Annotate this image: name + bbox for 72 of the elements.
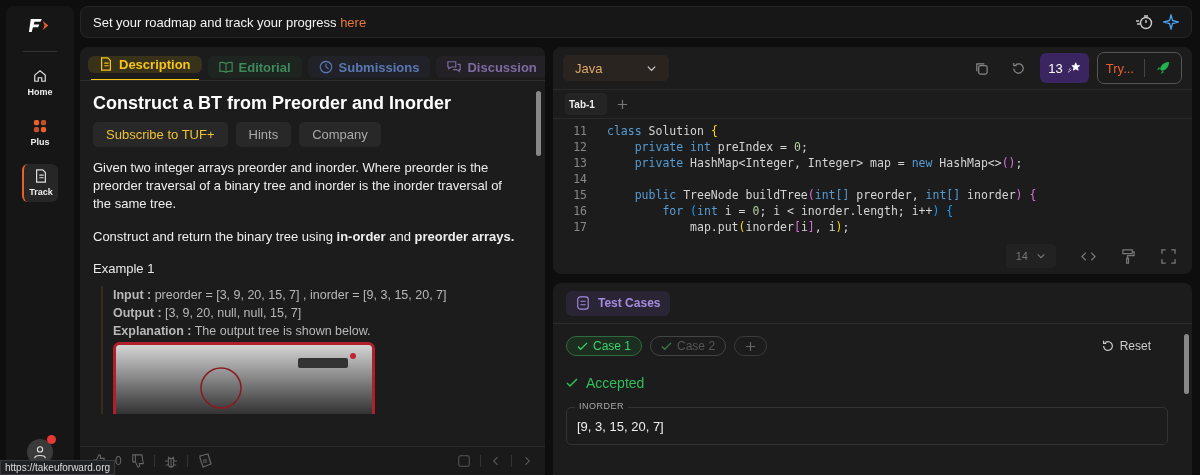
chevron-down-icon [1036,251,1046,261]
paint-roller-icon[interactable] [1121,248,1136,264]
shooting-star-icon [1066,61,1081,75]
example-line: Explanation : The output tree is shown below. [113,323,372,340]
tab[interactable]: Editorial [207,56,302,78]
problem-title: Construct a BT from Preorder and Inorder [93,93,453,114]
code-line: map.put(inorder[i], i); [689,220,850,234]
code-line: private HashMap<Integer, Integer> map = new HashMap<>(); [633,156,1023,170]
tab[interactable]: Description [88,56,202,73]
code-line: public TreeNode buildTree(int[] preorder, int[] inorder) { [633,188,1037,202]
code-line: class Solution { [607,124,718,138]
swap-icon[interactable] [196,453,213,469]
language-dropdown[interactable]: Java [563,55,669,81]
rocket-icon[interactable] [1155,60,1171,76]
scrollbar-thumb[interactable] [536,91,541,156]
like-count: 0 [115,454,122,468]
test-icon [576,296,590,310]
bug-icon[interactable] [163,454,178,468]
sidebar-item[interactable]: Plus [22,114,58,152]
credits-button[interactable]: 13 [1040,53,1089,83]
notification-dot [47,435,56,444]
paragraph: Given two integer arrays preorder and inorder. Where preorder is the preorder traversal of a binary tree and inorder is the inorder traversal of the same tree. [93,159,503,213]
chat-icon [447,60,462,74]
fullscreen-icon[interactable] [1161,248,1176,264]
timer-icon[interactable] [1135,14,1153,30]
url-tooltip: https://takeuforward.org [0,460,116,475]
check-icon [577,340,588,352]
editor-tab[interactable]: Tab-1 [565,93,607,115]
scrollbar-thumb[interactable] [1184,334,1189,394]
reset-icon[interactable] [1011,60,1027,76]
plus-icon [745,340,757,352]
copy-icon[interactable] [974,60,990,76]
sparkle-icon[interactable] [1163,14,1179,30]
line-number: 15 [572,188,587,202]
line-number: 11 [572,124,587,138]
reset-icon [1100,339,1115,353]
grid-icon [33,119,47,133]
example-line: Output : [3, 9, 20, null, null, 15, 7] [113,305,303,322]
clock-icon [318,60,333,74]
code-line: private int preIndex = 0; [633,140,808,154]
square-icon[interactable] [457,454,471,468]
sidebar-item[interactable]: Track [22,164,58,202]
subscribe-button[interactable]: Subscribe to TUF+ [93,122,228,147]
font-size-dropdown[interactable]: 14 [1005,244,1056,268]
line-number: 16 [572,204,587,218]
dislike-icon[interactable] [130,454,145,468]
here-link[interactable]: here [340,14,367,30]
status-text: Accepted [586,375,645,391]
document-icon [99,57,113,72]
line-number: 12 [572,140,587,154]
case-tab[interactable]: Case 1 [566,336,643,356]
example-title: Example 1 [93,261,156,276]
sidebar-item[interactable]: Home [22,64,58,102]
paragraph: Construct and return the binary tree using in-order and preorder arrays. [93,228,516,246]
tag-button[interactable]: Company [299,122,381,147]
line-number: 14 [572,172,587,186]
tab[interactable]: Submissions [307,56,431,78]
line-number: 13 [572,156,587,170]
book-icon [218,60,233,74]
add-tab-icon[interactable] [616,98,628,110]
line-number: 17 [572,220,587,234]
banner-text: Set your roadmap and track your progress here [93,14,367,30]
check-icon [566,377,578,389]
example-line: Input : preorder = [3, 9, 20, 15, 7] , inorder = [9, 3, 15, 20, 7] [113,287,448,304]
test-cases-tab[interactable]: Test Cases [566,290,671,316]
check-icon [661,340,673,352]
reset-button[interactable]: Reset [1094,338,1157,354]
home-icon [33,69,47,83]
try-button[interactable]: Try... [1105,60,1134,76]
code-line: for (int i = 0; i < inorder.length; i++) { [661,204,954,218]
document-icon [34,169,48,183]
tag-button[interactable]: Hints [235,122,292,147]
